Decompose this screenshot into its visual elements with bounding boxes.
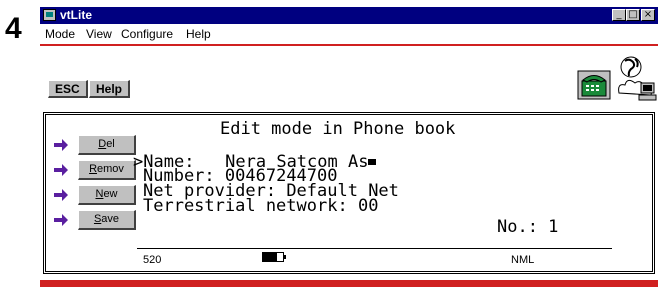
close-button[interactable]: × xyxy=(641,9,655,21)
channel-status: 520 xyxy=(143,254,162,266)
del-button[interactable]: Del xyxy=(78,135,136,155)
arrow-right-icon xyxy=(54,189,68,201)
selector-marker: > xyxy=(133,152,144,172)
remov-button[interactable]: Remov xyxy=(78,160,136,180)
globe-computer-icon[interactable] xyxy=(615,53,657,103)
save-button[interactable]: Save xyxy=(78,210,136,230)
terrestrial-network-value[interactable]: 00 xyxy=(358,196,378,216)
step-number: 4 xyxy=(5,12,22,45)
record-number: No.: 1 xyxy=(497,217,559,237)
arrow-right-icon xyxy=(54,214,68,226)
new-button[interactable]: New xyxy=(78,185,136,205)
title-bar[interactable]: vtLite _ □ × xyxy=(40,7,658,24)
window-title: vtLite xyxy=(60,8,93,22)
status-divider xyxy=(137,248,612,249)
maximize-button[interactable]: □ xyxy=(626,9,640,21)
arrow-right-icon xyxy=(54,164,68,176)
display-title: Edit mode in Phone book xyxy=(220,119,456,139)
battery-level xyxy=(263,253,277,261)
vtlite-window: vtLite _ □ × Mode View Configure Help ES… xyxy=(40,7,658,287)
menu-bar: Mode View Configure Help xyxy=(40,24,658,43)
app-icon[interactable] xyxy=(43,9,56,21)
terrestrial-network-line: Terrestrial network: 00 xyxy=(143,196,378,216)
esc-button[interactable]: ESC xyxy=(48,80,88,98)
menu-configure[interactable]: Configure xyxy=(121,27,173,41)
phone-handset-icon[interactable] xyxy=(577,70,611,100)
arrow-right-icon xyxy=(54,139,68,151)
mode-status: NML xyxy=(511,254,535,266)
minimize-button[interactable]: _ xyxy=(612,9,626,21)
battery-icon xyxy=(262,252,286,262)
bottom-bar xyxy=(40,280,658,287)
menu-view[interactable]: View xyxy=(86,27,112,41)
menu-divider xyxy=(40,44,658,46)
text-cursor xyxy=(368,159,377,165)
help-button[interactable]: Help xyxy=(89,80,131,98)
menu-mode[interactable]: Mode xyxy=(45,27,75,41)
menu-help[interactable]: Help xyxy=(186,27,211,41)
terrestrial-network-label: Terrestrial network: xyxy=(143,196,348,216)
